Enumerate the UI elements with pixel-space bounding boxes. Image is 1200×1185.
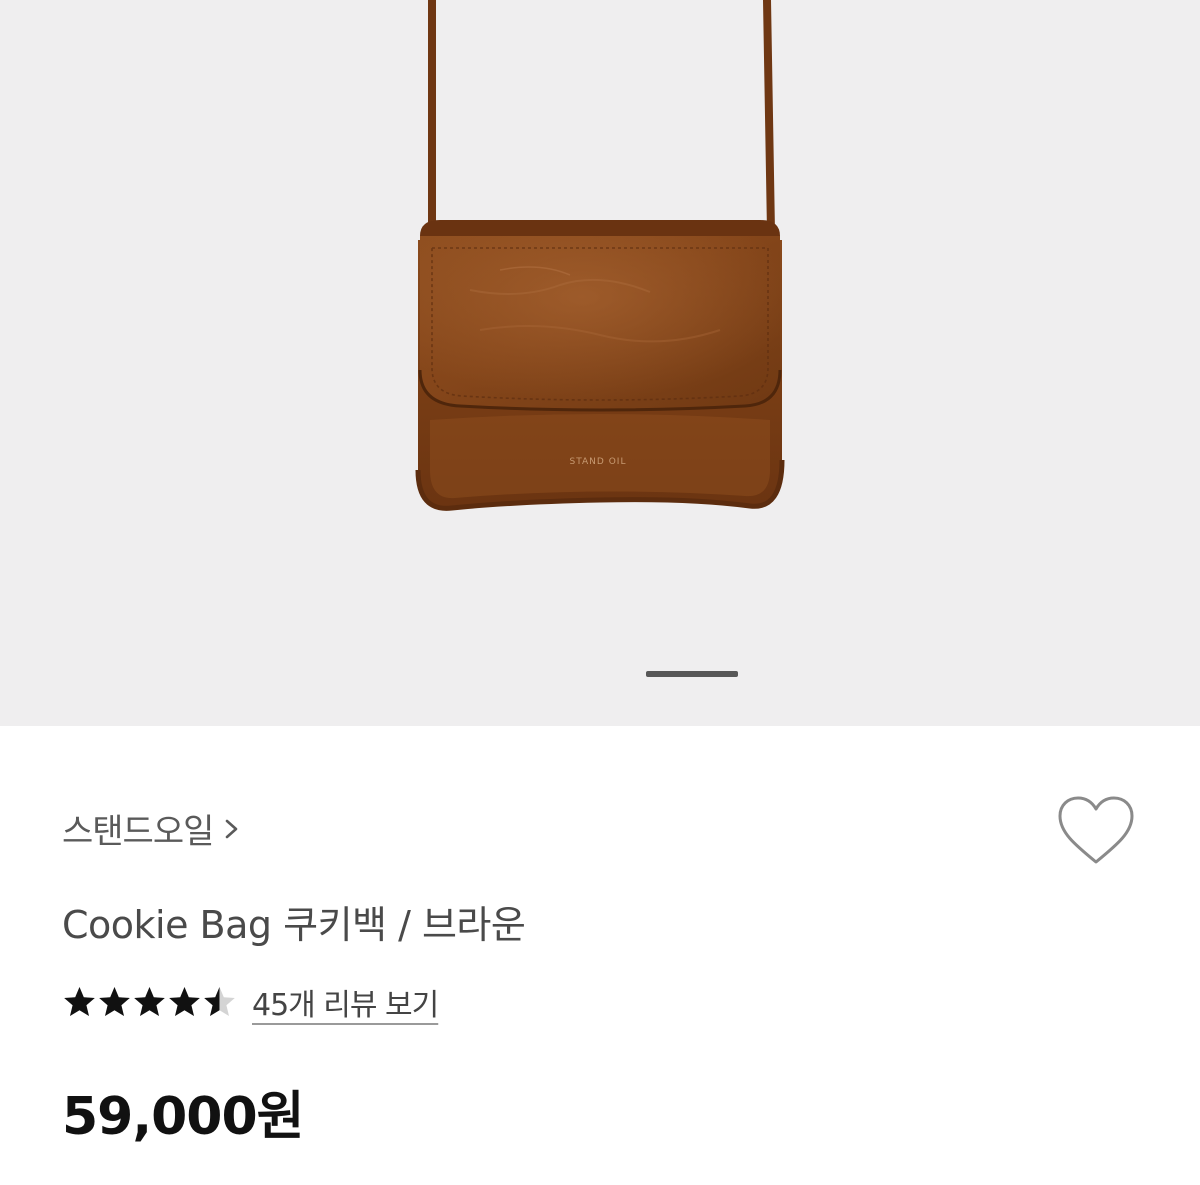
heart-outline-icon	[1058, 796, 1134, 864]
star-rating	[62, 984, 240, 1020]
star-icon	[204, 987, 235, 1016]
svg-text:STAND OIL: STAND OIL	[570, 457, 627, 467]
rating-row: 45개 리뷰 보기	[62, 980, 439, 1024]
reviews-link[interactable]: 45개 리뷰 보기	[252, 980, 439, 1024]
product-name: Cookie Bag 쿠키백 / 브라운	[62, 903, 526, 947]
wishlist-button[interactable]	[1054, 792, 1138, 868]
star-icon	[134, 987, 165, 1016]
product-info: 스탠드오일 Cookie Bag 쿠키백 / 브라운 45개 리뷰 보기 59,…	[0, 726, 1200, 1185]
product-image-carousel[interactable]: STAND OIL	[0, 0, 1200, 726]
carousel-indicator-active	[646, 671, 738, 677]
product-price: 59,000원	[62, 1087, 305, 1147]
star-icon	[169, 987, 200, 1016]
product-photo: STAND OIL	[415, 0, 785, 511]
chevron-right-icon	[226, 819, 238, 838]
brand-name: 스탠드오일	[62, 812, 214, 852]
star-icon	[64, 987, 95, 1016]
brand-link[interactable]: 스탠드오일	[62, 804, 245, 853]
star-icon	[99, 987, 130, 1016]
product-detail-page: STAND OIL 스탠드오일 Cookie Bag 쿠키백 / 브라운 45개…	[0, 0, 1200, 1185]
